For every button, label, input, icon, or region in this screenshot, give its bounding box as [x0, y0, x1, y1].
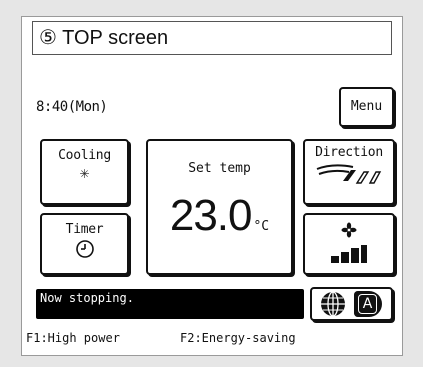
set-temp-panel[interactable]: Set temp 23.0 °C: [146, 139, 293, 275]
fan-speed-button[interactable]: [303, 213, 395, 275]
timer-button[interactable]: Timer: [40, 213, 129, 275]
figure-caption: ⑤ TOP screen: [32, 21, 392, 55]
f1-label: F1:High power: [26, 331, 120, 345]
language-button[interactable]: A: [310, 287, 393, 321]
status-message: Now stopping.: [36, 289, 304, 319]
direction-button[interactable]: Direction: [303, 139, 395, 205]
letter-a-icon: A: [354, 291, 382, 317]
globe-icon: [321, 291, 345, 317]
clock-icon: [75, 240, 94, 258]
snowflake-icon: ✳: [79, 163, 90, 182]
fan-speed-bars-icon: [331, 245, 367, 263]
f2-label: F2:Energy-saving: [180, 331, 296, 345]
set-temp-value: 23.0: [169, 191, 253, 240]
figure-frame: ⑤ TOP screen 8:40(Mon) Menu Cooling ✳ Ti…: [21, 16, 403, 356]
fan-icon: [341, 222, 357, 238]
mode-label: Cooling: [58, 148, 111, 163]
controller-screen: 8:40(Mon) Menu Cooling ✳ Timer Set temp …: [22, 63, 402, 355]
menu-button[interactable]: Menu: [339, 87, 394, 127]
mode-button[interactable]: Cooling ✳: [40, 139, 129, 205]
airflow-direction-icon: [316, 164, 382, 184]
letter-a-glyph: A: [358, 294, 377, 314]
clock-display: 8:40(Mon): [36, 99, 108, 115]
direction-label: Direction: [315, 145, 383, 160]
timer-label: Timer: [65, 222, 104, 237]
temp-unit: °C: [253, 219, 270, 234]
set-temp-label: Set temp: [188, 161, 251, 176]
